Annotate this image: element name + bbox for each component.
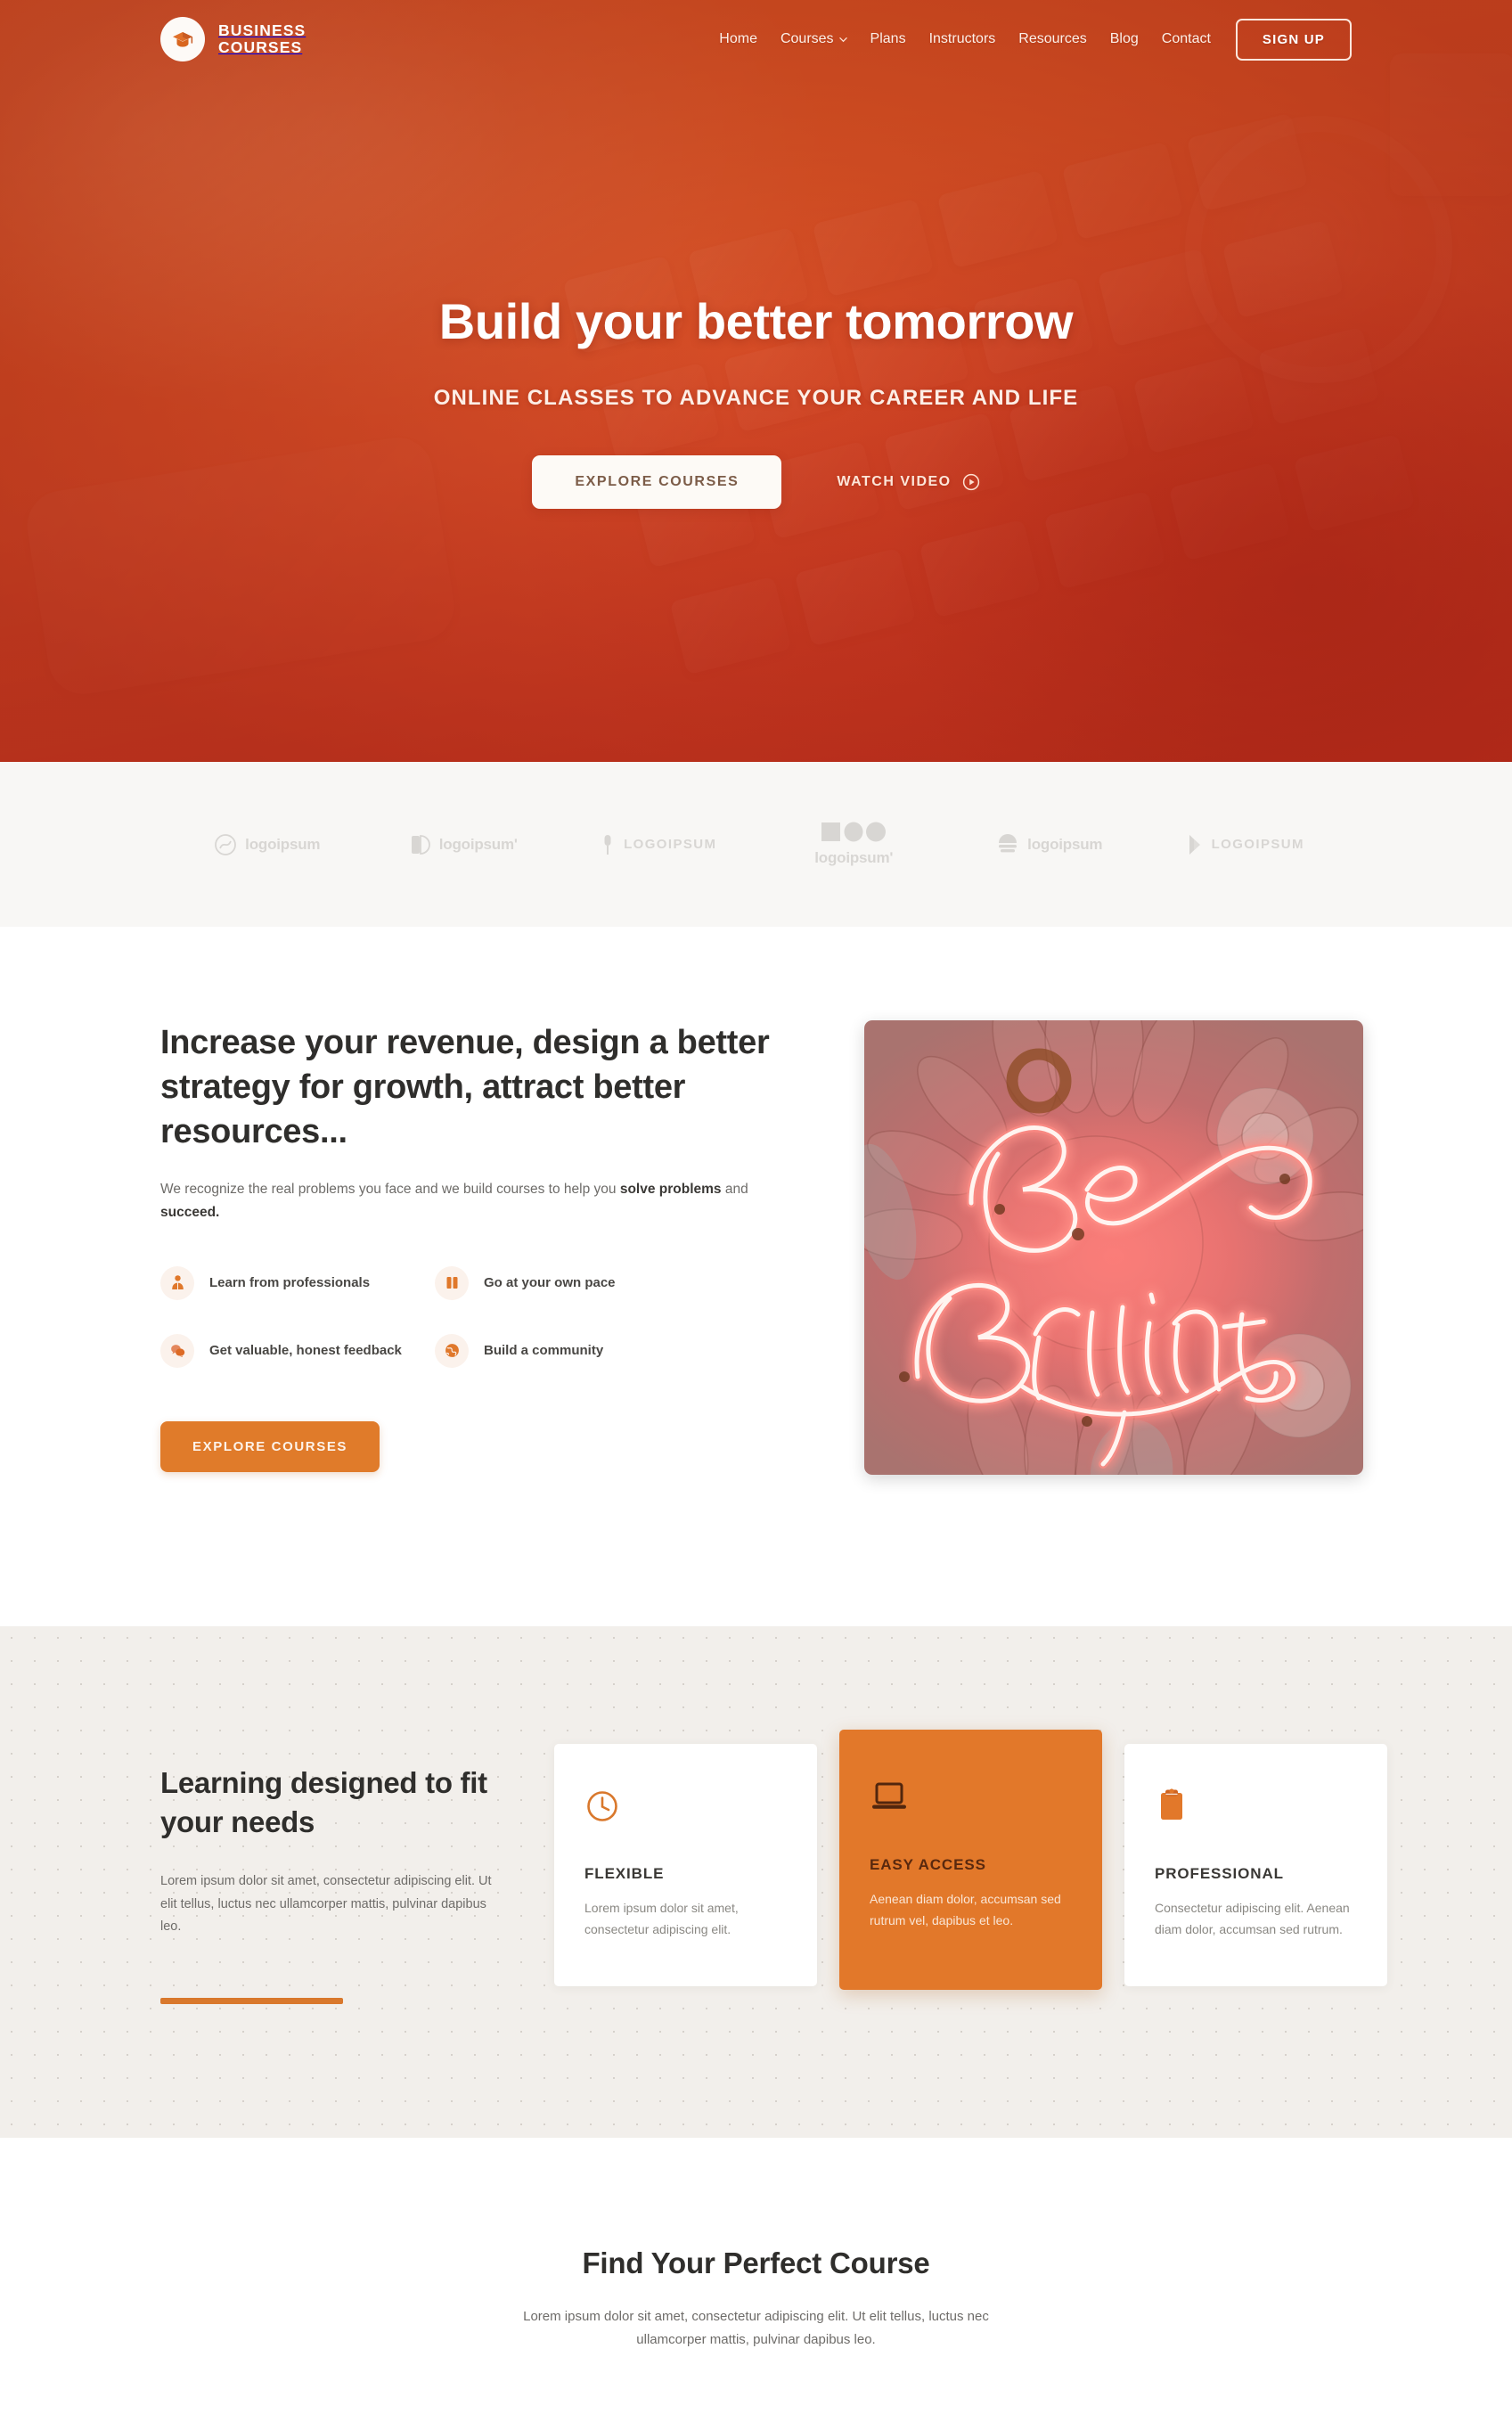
hero-subtitle: ONLINE CLASSES TO ADVANCE YOUR CAREER AN… <box>433 386 1079 410</box>
watch-video-label: WATCH VIDEO <box>837 474 952 489</box>
feature-item: Go at your own pace <box>435 1265 702 1300</box>
learning-title: Learning designed to fit your needs <box>160 1766 487 1838</box>
nav-item-instructors[interactable]: Instructors <box>929 31 996 47</box>
find-course-copy: Lorem ipsum dolor sit amet, consectetur … <box>523 2309 989 2347</box>
nav-item-label: Plans <box>870 31 906 46</box>
revenue-title: Increase your revenue, design a better s… <box>160 1024 770 1151</box>
chat-bubbles-icon <box>160 1333 194 1368</box>
play-circle-icon <box>962 473 979 491</box>
feature-cards: FLEXIBLE Lorem ipsum dolor sit amet, con… <box>554 1730 1387 1991</box>
logo-label: logoipsumʹ <box>438 835 518 853</box>
nav-links: Home Courses Plans Instructors Resources <box>719 31 1211 47</box>
nav-item-plans[interactable]: Plans <box>870 31 906 47</box>
feature-item: Learn from professionals <box>160 1265 435 1300</box>
learning-copy: Lorem ipsum dolor sit amet, consectetur … <box>160 1873 492 1935</box>
logo-label: logoipsum <box>1027 835 1103 853</box>
card-copy: Consectetur adipiscing elit. Aenean diam… <box>1155 1901 1350 1936</box>
globe-icon <box>435 1333 469 1368</box>
brand-logo[interactable]: BUSINESS COURSES <box>160 17 306 61</box>
clock-icon <box>584 1783 787 1829</box>
stacked-cloud-icon <box>999 833 1018 852</box>
logo-label: LOGOIPSUM <box>624 837 717 852</box>
revenue-text-column: Increase your revenue, design a better s… <box>160 1020 784 1475</box>
person-icon <box>160 1265 194 1300</box>
find-course-section: Find Your Perfect Course Lorem ipsum dol… <box>0 2138 1512 2414</box>
nav-item-resources[interactable]: Resources <box>1018 31 1086 47</box>
play-wedge-icon <box>1189 834 1200 855</box>
three-shapes-icon <box>821 822 887 842</box>
pin-icon <box>604 834 611 855</box>
feature-card-easy-access[interactable]: EASY ACCESS Aenean diam dolor, accumsan … <box>839 1730 1102 1991</box>
nav-item-blog[interactable]: Blog <box>1110 31 1139 47</box>
logo-label: LOGOIPSUM <box>1211 837 1304 852</box>
logo-item: logoipsum <box>952 833 1148 856</box>
revenue-image-column <box>864 1020 1363 1475</box>
logo-strip: logoipsum logoipsumʹ LOGOIPSUM logoipsum… <box>0 762 1512 927</box>
neon-script-text <box>899 1123 1315 1469</box>
sign-up-button[interactable]: SIGN UP <box>1235 18 1352 61</box>
split-square-icon <box>411 834 430 855</box>
clipboard-icon <box>1155 1783 1357 1829</box>
feature-label: Go at your own pace <box>484 1274 616 1290</box>
logo-item: logoipsum <box>169 833 365 856</box>
learning-section: Learning designed to fit your needs Lore… <box>0 1626 1512 2139</box>
feature-label: Learn from professionals <box>209 1274 371 1290</box>
feature-label: Build a community <box>484 1342 604 1358</box>
nav-item-courses[interactable]: Courses <box>781 31 847 47</box>
brand-line-1: BUSINESS <box>218 21 306 40</box>
logo-item: logoipsumʹ <box>365 833 561 856</box>
revenue-explore-courses-button[interactable]: EXPLORE COURSES <box>160 1420 380 1472</box>
pause-bars-icon <box>435 1265 469 1300</box>
feature-card-professional[interactable]: PROFESSIONAL Consectetur adipiscing elit… <box>1124 1744 1387 1987</box>
revenue-copy-part-2: and <box>721 1182 748 1198</box>
card-title: EASY ACCESS <box>870 1856 986 1873</box>
laptop-icon <box>870 1774 1072 1821</box>
logo-label: logoipsum <box>245 835 321 853</box>
main-navigation: BUSINESS COURSES Home Courses Plans Inst… <box>0 0 1512 78</box>
logo-item: LOGOIPSUM <box>560 833 756 856</box>
revenue-copy: We recognize the real problems you face … <box>160 1178 775 1223</box>
nav-item-label: Resources <box>1018 31 1087 46</box>
nav-item-home[interactable]: Home <box>719 31 757 47</box>
feature-item: Get valuable, honest feedback <box>160 1333 435 1368</box>
nav-item-label: Home <box>719 31 757 46</box>
brand-text: BUSINESS COURSES <box>218 22 306 56</box>
card-title: FLEXIBLE <box>584 1865 665 1882</box>
hero-title: Build your better tomorrow <box>438 293 1074 349</box>
card-copy: Aenean diam dolor, accumsan sed rutrum v… <box>870 1892 1061 1927</box>
find-course-title: Find Your Perfect Course <box>582 2246 930 2280</box>
revenue-copy-bold-2: succeed. <box>160 1204 220 1220</box>
logo-item: logoipsumʹ <box>756 822 952 867</box>
revenue-copy-bold-1: solve problems <box>619 1182 722 1198</box>
feature-item: Build a community <box>435 1333 702 1368</box>
brand-line-2: COURSES <box>218 38 303 56</box>
nav-item-contact[interactable]: Contact <box>1162 31 1211 47</box>
landing-page: BUSINESS COURSES Home Courses Plans Inst… <box>0 0 1512 2414</box>
hero-cta-group: EXPLORE COURSES WATCH VIDEO <box>0 455 1512 509</box>
card-copy: Lorem ipsum dolor sit amet, consectetur … <box>584 1901 739 1936</box>
accent-rule <box>160 1998 343 2005</box>
revenue-section: Increase your revenue, design a better s… <box>0 927 1512 1626</box>
hero-section: BUSINESS COURSES Home Courses Plans Inst… <box>0 0 1512 762</box>
swirl-circle-icon <box>215 833 237 855</box>
hero-content: Build your better tomorrow ONLINE CLASSE… <box>0 78 1512 509</box>
feature-card-flexible[interactable]: FLEXIBLE Lorem ipsum dolor sit amet, con… <box>554 1744 817 1987</box>
logo-item: LOGOIPSUM <box>1148 833 1344 856</box>
nav-item-label: Blog <box>1109 31 1139 46</box>
nav-item-label: Courses <box>780 31 834 46</box>
revenue-copy-part-1: We recognize the real problems you face … <box>160 1182 620 1198</box>
watch-video-button[interactable]: WATCH VIDEO <box>837 473 979 491</box>
chevron-down-icon <box>838 37 847 42</box>
nav-item-label: Contact <box>1161 31 1211 46</box>
feature-label: Get valuable, honest feedback <box>209 1342 402 1358</box>
logo-label: logoipsumʹ <box>814 849 894 866</box>
explore-courses-button[interactable]: EXPLORE COURSES <box>532 455 782 509</box>
feature-list: Learn from professionals Go at your own … <box>160 1265 784 1368</box>
graduation-cap-icon <box>160 17 205 61</box>
card-title: PROFESSIONAL <box>1155 1865 1284 1882</box>
be-brilliant-neon-image <box>864 1020 1363 1475</box>
learning-text-column: Learning designed to fit your needs Lore… <box>160 1744 508 2005</box>
nav-item-label: Instructors <box>928 31 996 46</box>
